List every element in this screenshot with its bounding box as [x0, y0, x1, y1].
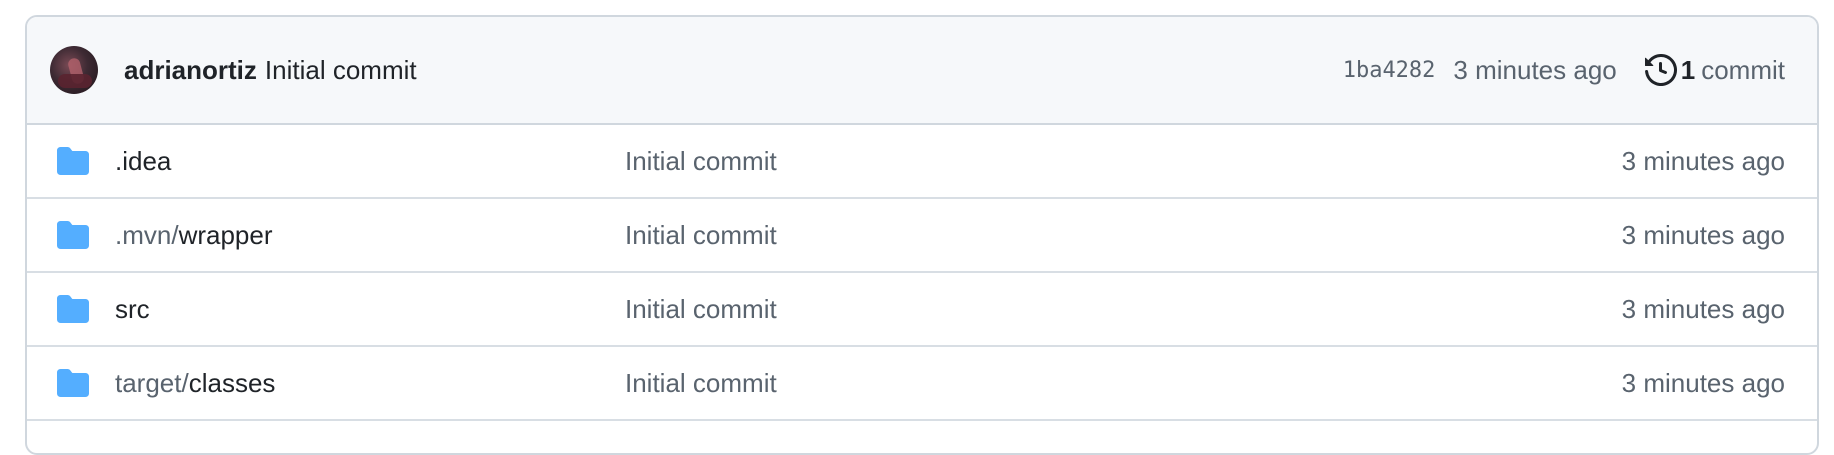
commit-author-link[interactable]: adrianortiz — [124, 55, 257, 86]
commit-time: 3 minutes ago — [1453, 54, 1617, 85]
file-row[interactable]: .mvn/wrapper Initial commit 3 minutes ag… — [27, 199, 1817, 273]
file-row[interactable]: target/classes Initial commit 3 minutes … — [27, 347, 1817, 421]
file-name-link[interactable]: target/classes — [115, 368, 625, 399]
file-name-link[interactable]: src — [115, 294, 625, 325]
latest-commit-bar: adrianortiz Initial commit 1ba4282 3 min… — [27, 17, 1817, 125]
commit-count: 1 — [1680, 54, 1696, 85]
file-name-link[interactable]: .mvn/wrapper — [115, 220, 625, 251]
commit-sha-link[interactable]: 1ba4282 — [1343, 58, 1436, 83]
file-browser: adrianortiz Initial commit 1ba4282 3 min… — [25, 15, 1819, 455]
folder-icon — [57, 147, 89, 175]
row-commit-time: 3 minutes ago — [1621, 219, 1785, 250]
folder-icon — [57, 369, 89, 397]
file-name: classes — [188, 367, 276, 398]
row-commit-time: 3 minutes ago — [1621, 293, 1785, 324]
file-row[interactable]: src Initial commit 3 minutes ago — [27, 273, 1817, 347]
file-name-prefix: .mvn/ — [115, 219, 179, 250]
file-name: src — [115, 293, 150, 324]
folder-icon — [57, 221, 89, 249]
file-name-prefix: target/ — [115, 367, 189, 398]
history-icon — [1644, 54, 1677, 86]
avatar[interactable] — [50, 46, 98, 94]
row-commit-message-link[interactable]: Initial commit — [625, 220, 777, 251]
row-commit-time: 3 minutes ago — [1621, 367, 1785, 398]
file-name-link[interactable]: .idea — [115, 146, 625, 177]
row-commit-message-link[interactable]: Initial commit — [625, 368, 777, 399]
commit-history-link[interactable]: 1 commit — [1644, 54, 1785, 86]
file-row[interactable]: .idea Initial commit 3 minutes ago — [27, 125, 1817, 199]
row-commit-message-link[interactable]: Initial commit — [625, 294, 777, 325]
folder-icon — [57, 295, 89, 323]
commit-message-link[interactable]: Initial commit — [265, 55, 417, 86]
row-commit-message-link[interactable]: Initial commit — [625, 146, 777, 177]
file-name: .idea — [115, 145, 172, 176]
file-name: wrapper — [178, 219, 273, 250]
row-commit-time: 3 minutes ago — [1621, 145, 1785, 176]
commit-count-label: commit — [1701, 54, 1785, 85]
